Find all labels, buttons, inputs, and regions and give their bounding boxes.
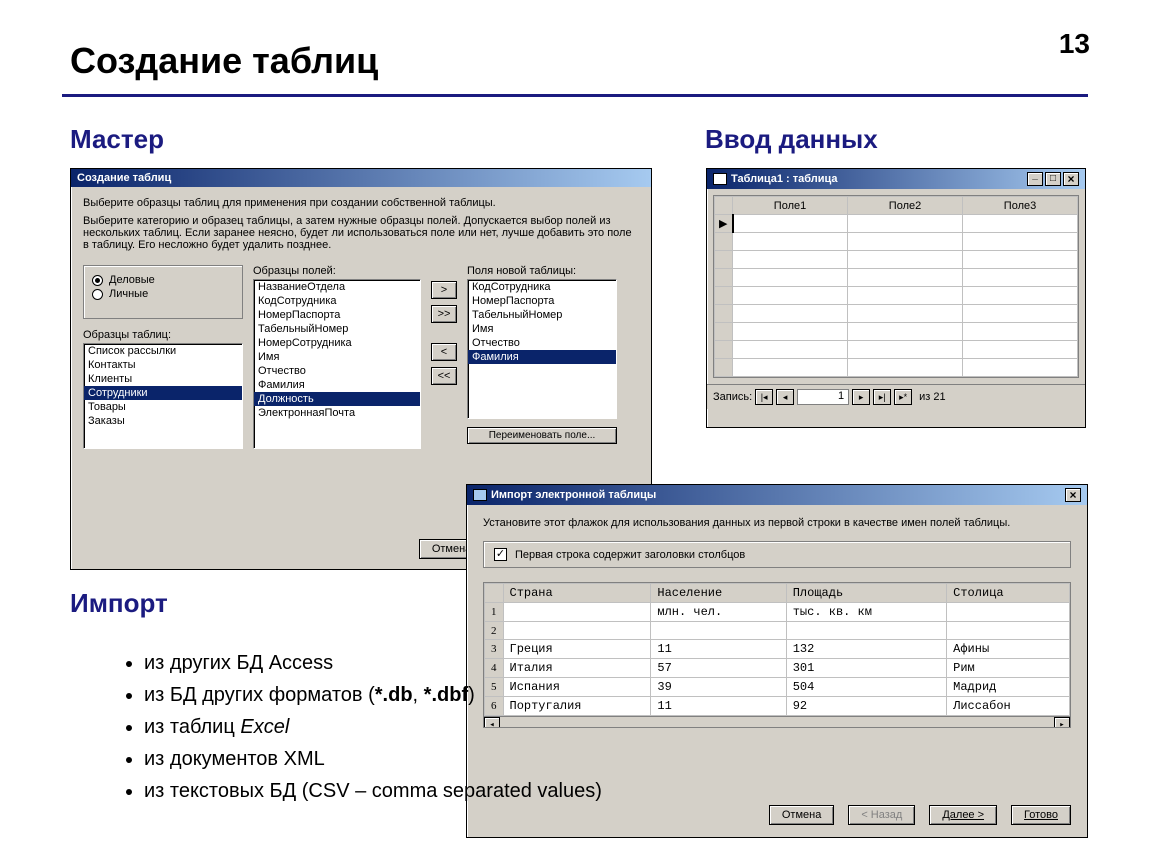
nav-prev-button[interactable]: ◂ — [776, 389, 794, 405]
col-header-1[interactable]: Поле1 — [733, 197, 848, 215]
list-item[interactable]: НазваниеОтдела — [254, 280, 420, 294]
list-item[interactable]: КодСотрудника — [468, 280, 616, 294]
wizard-title: Создание таблиц — [77, 172, 645, 184]
col-header-2[interactable]: Поле2 — [848, 197, 963, 215]
list-item: из БД других форматов (*.db, *.dbf) — [144, 680, 602, 710]
import-titlebar: Импорт электронной таблицы — [467, 485, 1087, 505]
nav-next-button[interactable]: ▸ — [852, 389, 870, 405]
nav-record-field[interactable]: 1 — [797, 389, 849, 405]
list-item[interactable]: Отчество — [468, 336, 616, 350]
minimize-button[interactable] — [1027, 172, 1043, 186]
nav-total-label: из 21 — [919, 391, 945, 403]
import-instructions: Установите этот флажок для использования… — [483, 517, 1071, 529]
radio-personal[interactable]: Личные — [92, 288, 234, 300]
nav-new-button[interactable]: ▸* — [894, 389, 912, 405]
list-item[interactable]: Имя — [468, 322, 616, 336]
list-item[interactable]: Должность — [254, 392, 420, 406]
page-number: 13 — [1059, 28, 1090, 60]
list-item[interactable]: Имя — [254, 350, 420, 364]
list-item[interactable]: Сотрудники — [84, 386, 242, 400]
newfields-list[interactable]: КодСотрудникаНомерПаспортаТабельныйНомер… — [467, 279, 617, 419]
table-icon — [713, 173, 727, 185]
section-import: Импорт — [70, 588, 168, 619]
list-item[interactable]: Заказы — [84, 414, 242, 428]
checkmark-icon: ✓ — [494, 548, 507, 561]
list-item[interactable]: НомерПаспорта — [254, 308, 420, 322]
list-item[interactable]: НомерПаспорта — [468, 294, 616, 308]
move-addall-button[interactable]: >> — [431, 305, 457, 323]
list-item[interactable]: ТабельныйНомер — [254, 322, 420, 336]
list-item[interactable]: Контакты — [84, 358, 242, 372]
import-title: Импорт электронной таблицы — [491, 489, 1065, 501]
import-cancel-button[interactable]: Отмена — [769, 805, 834, 825]
section-master: Мастер — [70, 124, 164, 155]
list-item[interactable]: Фамилия — [468, 350, 616, 364]
wizard-intro2: Выберите категорию и образец таблицы, а … — [83, 215, 639, 251]
list-item[interactable]: Список рассылки — [84, 344, 242, 358]
data-grid[interactable]: Поле1 Поле2 Поле3 ▶ — [714, 196, 1078, 377]
import-finish-button[interactable]: Готово — [1011, 805, 1071, 825]
import-back-button[interactable]: < Назад — [848, 805, 915, 825]
list-item[interactable]: КодСотрудника — [254, 294, 420, 308]
list-item: из таблиц Excel — [144, 712, 602, 742]
move-removeall-button[interactable]: << — [431, 367, 457, 385]
radio-personal-label: Личные — [109, 288, 148, 300]
fields-list[interactable]: НазваниеОтделаКодСотрудникаНомерПаспорта… — [253, 279, 421, 449]
list-item[interactable]: Фамилия — [254, 378, 420, 392]
scroll-right-button[interactable]: ▸ — [1054, 717, 1070, 728]
fields-label: Образцы полей: — [253, 265, 421, 277]
import-close-button[interactable] — [1065, 488, 1081, 502]
list-item[interactable]: Товары — [84, 400, 242, 414]
col-header-3[interactable]: Поле3 — [963, 197, 1078, 215]
list-item[interactable]: Клиенты — [84, 372, 242, 386]
list-item: из других БД Access — [144, 648, 602, 678]
move-remove-button[interactable]: < — [431, 343, 457, 361]
rename-field-button[interactable]: Переименовать поле... — [467, 427, 617, 444]
wizard-titlebar: Создание таблиц — [71, 169, 651, 187]
wizard-intro1: Выберите образцы таблиц для применения п… — [83, 197, 639, 209]
close-button[interactable] — [1063, 172, 1079, 186]
samples-label: Образцы таблиц: — [83, 329, 243, 341]
list-item: из документов XML — [144, 744, 602, 774]
title-rule — [62, 94, 1088, 97]
samples-list[interactable]: Список рассылкиКонтактыКлиентыСотрудники… — [83, 343, 243, 449]
newfields-label: Поля новой таблицы: — [467, 265, 617, 277]
import-next-button[interactable]: Далее > — [929, 805, 997, 825]
nav-last-button[interactable]: ▸| — [873, 389, 891, 405]
maximize-button[interactable] — [1045, 172, 1061, 186]
table-title: Таблица1 : таблица — [731, 173, 1027, 185]
list-item[interactable]: ЭлектроннаяПочта — [254, 406, 420, 420]
move-add-button[interactable]: > — [431, 281, 457, 299]
table-titlebar: Таблица1 : таблица — [707, 169, 1085, 189]
section-input: Ввод данных — [705, 124, 878, 155]
nav-label: Запись: — [713, 391, 752, 403]
nav-first-button[interactable]: |◂ — [755, 389, 773, 405]
import-icon — [473, 489, 487, 501]
list-item[interactable]: Отчество — [254, 364, 420, 378]
list-item: из текстовых БД (CSV – comma separated v… — [144, 776, 602, 806]
radio-business-label: Деловые — [109, 274, 155, 286]
table-window: Таблица1 : таблица Поле1 Поле2 Поле3 ▶ — [706, 168, 1086, 428]
record-navigator: Запись: |◂ ◂ 1 ▸ ▸| ▸* из 21 — [707, 384, 1085, 409]
list-item[interactable]: ТабельныйНомер — [468, 308, 616, 322]
page-title: Создание таблиц — [70, 40, 378, 82]
first-row-headers-checkbox[interactable]: ✓ Первая строка содержит заголовки столб… — [483, 541, 1071, 568]
radio-business[interactable]: Деловые — [92, 274, 234, 286]
import-sources-list: из других БД Accessиз БД других форматов… — [104, 648, 602, 808]
list-item[interactable]: НомерСотрудника — [254, 336, 420, 350]
checkbox-label: Первая строка содержит заголовки столбцо… — [515, 549, 745, 561]
